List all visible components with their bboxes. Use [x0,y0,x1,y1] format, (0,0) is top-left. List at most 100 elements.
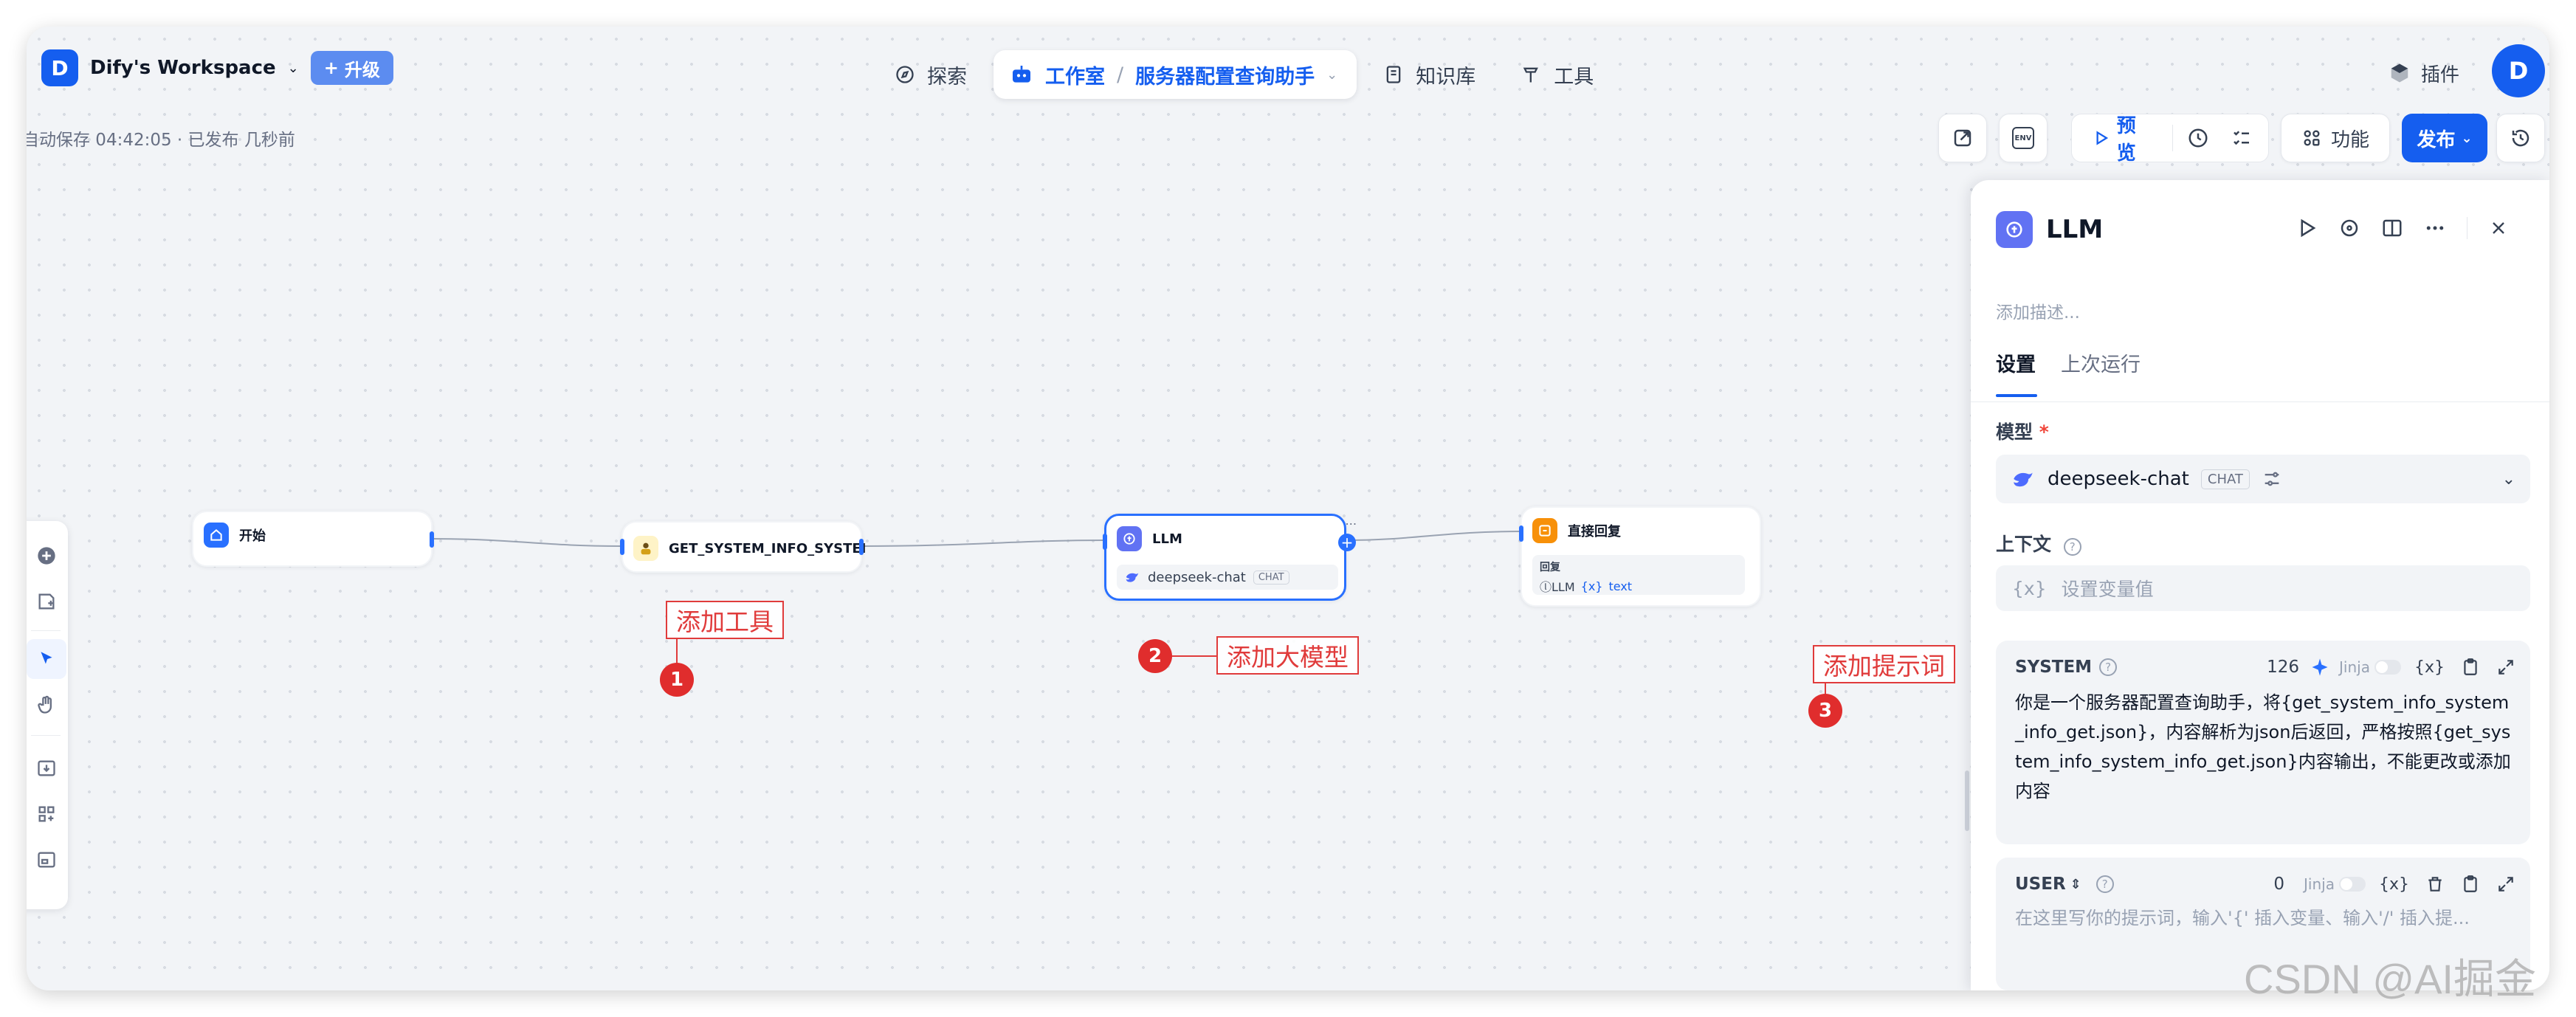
play-icon [2096,131,2109,145]
reply-node-header: 直接回复 [1532,518,1621,543]
expand-icon[interactable] [2496,658,2515,677]
publish-label: 发布 [2417,128,2456,151]
user-prompt-header: USER ⇕ ? 0 Jinja {x} [2015,869,2515,899]
features-icon [2304,130,2320,146]
deepseek-whale-icon [2014,472,2033,487]
more-icon[interactable] [2424,217,2446,239]
reply-node-title: 直接回复 [1568,524,1621,539]
tool-input-handle[interactable] [620,539,624,555]
reply-input-handle[interactable] [1519,525,1523,542]
start-output-handle[interactable] [430,531,434,548]
plugins-label: 插件 [2421,63,2460,86]
start-node-header: 开始 [204,523,266,548]
model-label: 模型 * [1996,418,2049,444]
tool-icon [633,536,658,561]
reply-variable: ⓛLLM {x} text [1540,577,1738,595]
chevron-down-icon: ⌄ [2501,469,2515,489]
system-jinja-toggle[interactable]: Jinja [2339,658,2401,676]
workflow-edges [430,531,1523,547]
panel-resize-handle[interactable] [1965,770,1969,831]
organize-nodes-button[interactable] [27,794,66,834]
close-icon[interactable] [2488,218,2509,238]
publish-button[interactable]: 发布 ⌄ [2402,114,2487,162]
panel-header: LLM [1996,211,2103,248]
llm-output-add-handle[interactable]: + [1338,534,1356,551]
features-button[interactable]: 功能 [2281,114,2390,162]
crosshair-icon[interactable] [2338,217,2360,239]
sliders-icon[interactable] [2262,469,2282,489]
llm-node-header: LLM [1117,526,1182,551]
llm-node-model: deepseek-chat CHAT [1117,565,1338,590]
annotation-add-prompt: 添加提示词 [1813,645,1955,683]
checklist-icon-button[interactable] [2223,120,2262,156]
annotation-line-2 [1172,655,1216,657]
model-badge: CHAT [2200,469,2250,489]
preview-button[interactable]: 预览 [2079,115,2166,165]
version-history-button[interactable] [2496,114,2545,162]
tab-last-run[interactable]: 上次运行 [2061,348,2141,377]
reply-node-body: 回复 ⓛLLM {x} text [1532,555,1745,595]
context-label: 上下文 ? [1996,530,2081,556]
insert-variable-icon[interactable]: {x} [2379,875,2409,894]
system-prompt-header: SYSTEM ? 126 Jinja {x} [2015,652,2515,682]
annotation-number-1: 1 [660,663,694,697]
llm-input-handle[interactable] [1103,534,1107,550]
reply-var-node: LLM [1552,580,1575,594]
user-avatar[interactable]: D [2492,44,2545,97]
play-icon[interactable] [2296,217,2318,239]
reply-section-label: 回复 [1540,562,1560,573]
book-open-icon[interactable] [2381,217,2403,239]
llm-brain-icon [1996,211,2033,248]
toggle-switch[interactable] [2338,877,2366,892]
annotation-number-3: 3 [1808,694,1842,728]
tool-node[interactable]: GET_SYSTEM_INFO_SYSTEI [620,521,866,573]
tab-settings[interactable]: 设置 [1996,348,2036,377]
panel-actions [2296,217,2509,239]
workflow-app: D Dify's Workspace ⌄ + 升级 探索 工作室 / 服务器配置… [27,27,2549,990]
run-toolbar-group: 预览 [2071,114,2269,165]
description-input[interactable]: 添加描述... [1996,298,2080,323]
clipboard-icon[interactable] [2461,658,2480,677]
system-prompt-tools: {x} [2414,658,2515,677]
insert-variable-icon[interactable]: {x} [2414,658,2445,677]
context-placeholder: 设置变量值 [2061,579,2154,600]
llm-node[interactable]: LLM deepseek-chat CHAT + [1103,514,1356,601]
help-icon[interactable]: ? [2099,658,2118,676]
user-jinja-toggle[interactable]: Jinja [2304,875,2366,893]
user-prompt-placeholder[interactable]: 在这里写你的提示词，输入'{' 插入变量、输入'/' 插入提... [2015,903,2511,929]
plugins-button[interactable]: 插件 [2389,55,2459,92]
edge-tool-llm [860,539,1106,547]
minimap-button[interactable] [27,840,66,880]
share-icon [1954,129,1971,147]
chevron-updown-icon[interactable]: ⇕ [2070,877,2081,892]
system-prompt-text[interactable]: 你是一个服务器配置查询助手，将{get_system_info_system_i… [2015,688,2511,806]
edge-start-tool [430,538,621,547]
start-node-title: 开始 [239,528,266,544]
panel-title[interactable]: LLM [2046,215,2103,244]
env-button[interactable]: ENV [1999,114,2048,162]
reply-node[interactable]: 直接回复 回复 ⓛLLM {x} text [1519,506,1761,607]
llm-small-icon: ⓛLLM [1540,580,1575,594]
model-label-text: 模型 [1996,421,2033,443]
toggle-switch[interactable] [2374,660,2401,675]
model-selector[interactable]: deepseek-chat CHAT ⌄ [1996,455,2530,503]
help-icon[interactable]: ? [2063,538,2081,556]
run-history-button[interactable] [2179,120,2217,156]
divider [2172,125,2173,151]
context-variable-selector[interactable]: {x} 设置变量值 [1996,565,2530,611]
user-role-label[interactable]: USER [2015,875,2066,894]
sparkle-icon[interactable] [2310,657,2330,678]
clock-play-icon [2188,128,2208,148]
help-icon[interactable]: ? [2095,875,2114,893]
system-token-count: 126 [2267,658,2300,677]
trash-icon[interactable] [2425,875,2445,894]
user-token-count: 0 [2273,875,2285,894]
cube-icon [2391,63,2408,83]
clipboard-icon[interactable] [2461,875,2480,894]
system-prompt-editor[interactable]: SYSTEM ? 126 Jinja {x} 你是一个服务器配置查询助手，将{g… [1996,641,2530,844]
more-icon[interactable]: ⋯ [1345,517,1357,531]
llm-settings-panel: LLM 添加描述... 设置 上次运行 模型 * deepseek-chat C… [1971,180,2549,990]
expand-icon[interactable] [2496,875,2515,894]
tool-output-handle[interactable] [859,539,864,555]
start-node[interactable]: 开始 [192,511,434,567]
